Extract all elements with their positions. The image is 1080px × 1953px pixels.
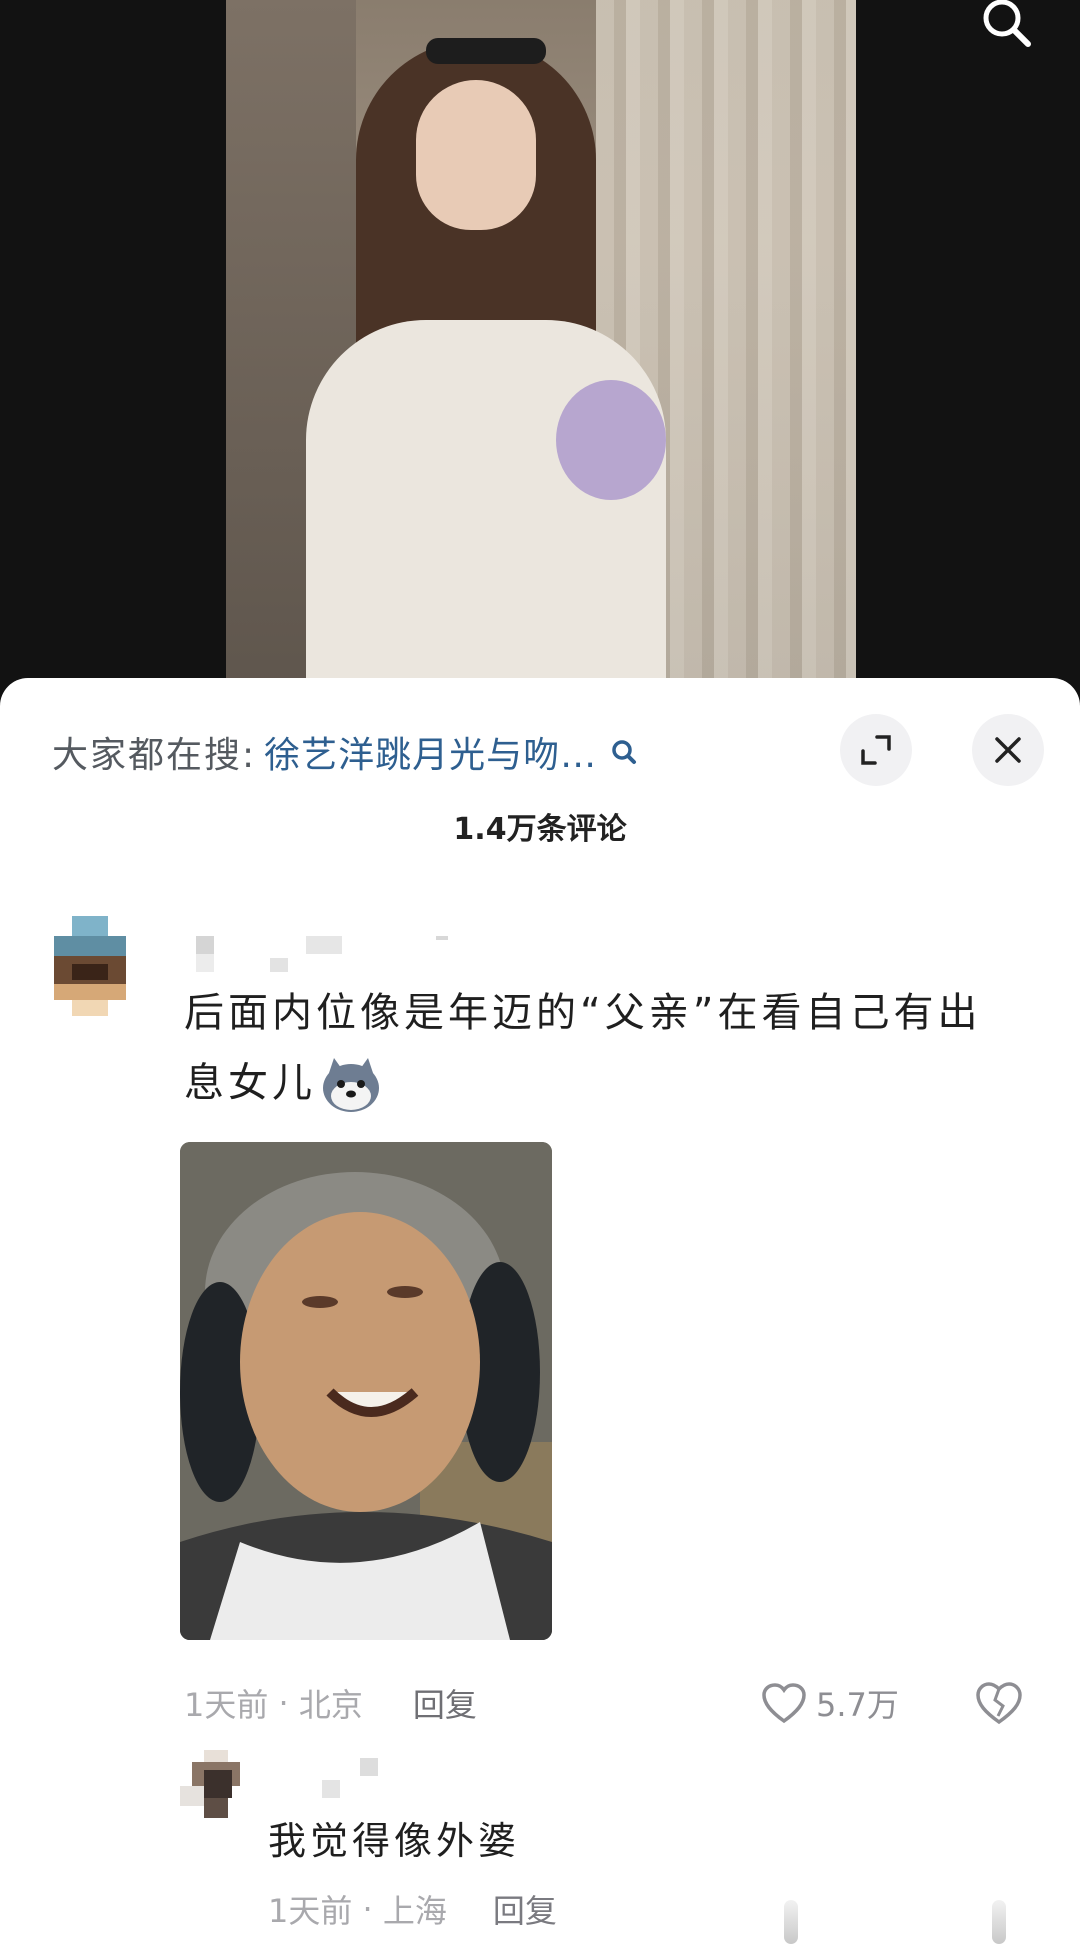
scroll-indicator: [784, 1900, 798, 1944]
close-icon: [995, 737, 1021, 763]
search-suggestion[interactable]: 大家都在搜: 徐艺洋跳月光与吻…: [52, 722, 637, 782]
comment-image[interactable]: [180, 1142, 552, 1640]
wolf-emoji: [323, 1058, 379, 1112]
video-person-face: [416, 80, 536, 230]
video-sunglasses: [426, 38, 546, 64]
close-button[interactable]: [972, 714, 1044, 786]
video-frame[interactable]: [226, 0, 856, 690]
comment-location: 北京: [298, 1686, 363, 1724]
search-mini-icon[interactable]: [611, 739, 637, 765]
comment-sheet: 大家都在搜: 徐艺洋跳月光与吻… 1.4万条评论 后面内位像是年迈的“父亲”在看…: [0, 678, 1080, 1953]
search-icon[interactable]: [976, 0, 1036, 52]
like-count: 5.7万: [816, 1686, 899, 1724]
video-person-body: [306, 320, 666, 690]
video-scrunchie: [556, 380, 666, 500]
comment-text: 后面内位像是年迈的“父亲”在看自己有出息女儿: [184, 978, 1004, 1118]
heart-icon: [762, 1683, 806, 1724]
username-obscured[interactable]: [196, 936, 448, 976]
reply-username-obscured[interactable]: [322, 1758, 402, 1798]
comment-time: 1天前: [184, 1686, 269, 1724]
search-suggestion-prefix: 大家都在搜:: [52, 735, 257, 776]
comment-image-illustration: [180, 1142, 552, 1640]
comment-text-body: 后面内位像是年迈的“父亲”在看自己有出息女儿: [184, 990, 982, 1106]
reply-text: 我觉得像外婆: [268, 1819, 521, 1863]
broken-heart-icon[interactable]: [974, 1680, 1024, 1726]
reply-button[interactable]: 回复: [413, 1680, 477, 1726]
avatar[interactable]: [54, 916, 126, 1016]
scroll-indicator: [992, 1900, 1006, 1944]
reply-location: 上海: [382, 1892, 447, 1930]
expand-button[interactable]: [840, 714, 912, 786]
reply-reply-button[interactable]: 回复: [493, 1886, 557, 1932]
expand-icon: [861, 735, 891, 765]
reply-avatar[interactable]: [180, 1750, 252, 1822]
search-suggestion-term[interactable]: 徐艺洋跳月光与吻…: [264, 726, 597, 778]
meta-dot: ·: [268, 1684, 299, 1722]
comment-count: 1.4万条评论: [453, 812, 627, 847]
like-button[interactable]: 5.7万: [760, 1678, 899, 1728]
comment-meta: 1天前 · 北京 回复: [184, 1678, 477, 1728]
reply-time: 1天前: [268, 1892, 353, 1930]
video-player[interactable]: [0, 0, 1080, 690]
meta-dot: ·: [352, 1890, 383, 1928]
reply-meta: 1天前 · 上海 回复: [268, 1884, 557, 1934]
